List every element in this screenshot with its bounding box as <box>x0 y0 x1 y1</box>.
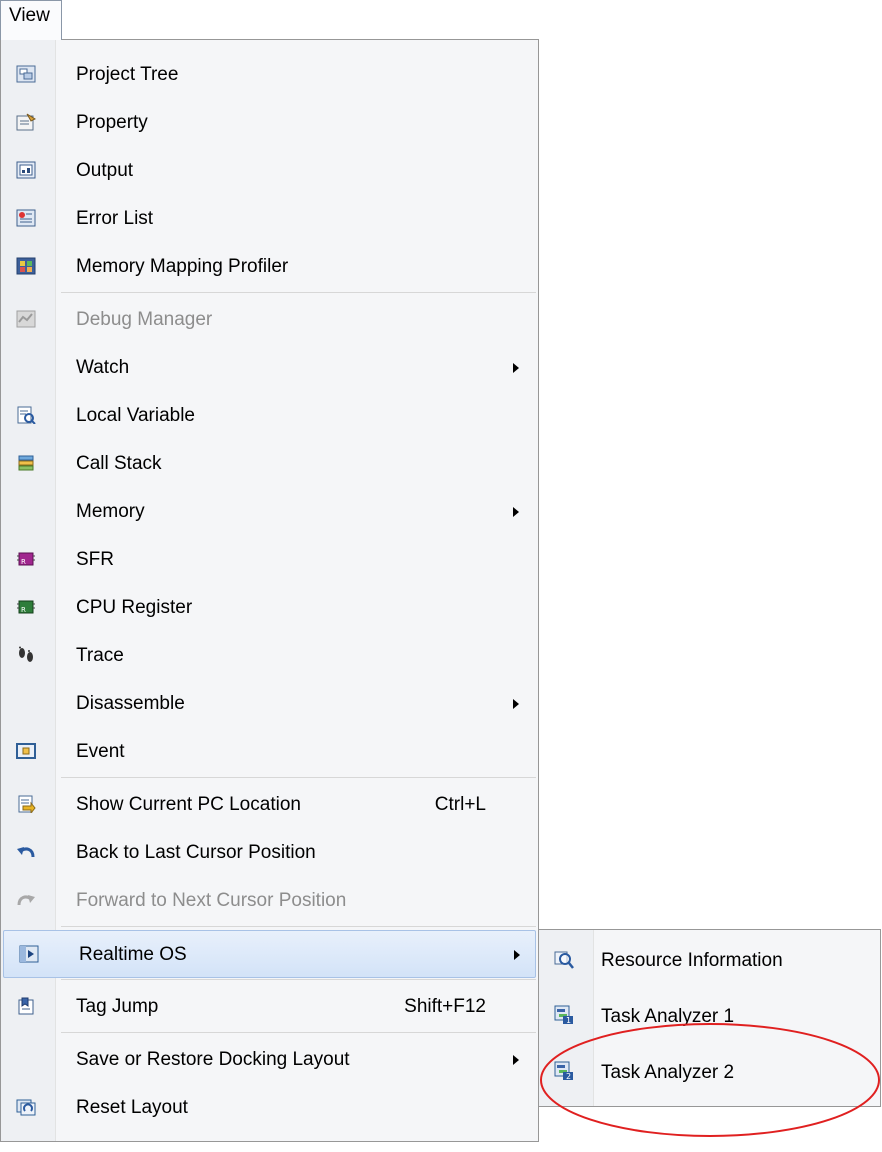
task-analyzer-2-icon: 2 <box>553 1061 575 1081</box>
property-icon <box>15 112 37 132</box>
memory-mapping-profiler-icon <box>15 256 37 276</box>
output-icon <box>15 160 37 180</box>
menu-item-project-tree[interactable]: Project Tree <box>1 51 538 99</box>
error-list-icon <box>15 208 37 228</box>
submenu-arrow-icon <box>513 507 519 517</box>
menu-item-back-to-last-cursor-position[interactable]: Back to Last Cursor Position <box>1 829 538 877</box>
menu-item-memory-mapping-profiler[interactable]: Memory Mapping Profiler <box>1 243 538 291</box>
submenu-item-task-analyzer-2[interactable]: 2 Task Analyzer 2 <box>539 1046 880 1100</box>
reset-layout-icon <box>15 1097 37 1117</box>
back-arrow-icon <box>15 842 37 862</box>
call-stack-icon <box>15 453 37 473</box>
view-dropdown-menu: Project Tree Property Output Error List … <box>0 39 539 1142</box>
menu-item-call-stack[interactable]: Call Stack <box>1 440 538 488</box>
menu-item-forward-to-next-cursor-position: Forward to Next Cursor Position <box>1 877 538 925</box>
submenu-arrow-icon <box>513 699 519 709</box>
realtime-os-submenu: Resource Information 1 Task Analyzer 1 2… <box>538 929 881 1107</box>
project-tree-icon <box>15 64 37 84</box>
menu-item-sfr[interactable]: R SFR <box>1 536 538 584</box>
menu-separator <box>61 777 536 778</box>
menu-item-reset-layout[interactable]: Reset Layout <box>1 1084 538 1132</box>
submenu-item-task-analyzer-1[interactable]: 1 Task Analyzer 1 <box>539 990 880 1044</box>
menu-item-error-list[interactable]: Error List <box>1 195 538 243</box>
task-analyzer-1-icon: 1 <box>553 1005 575 1025</box>
resource-information-icon <box>553 949 575 969</box>
menu-item-property[interactable]: Property <box>1 99 538 147</box>
menu-separator <box>61 979 536 980</box>
view-menu-label: View <box>9 5 50 26</box>
show-current-pc-icon <box>15 794 37 814</box>
menu-separator <box>61 1032 536 1033</box>
svg-text:R: R <box>21 606 26 614</box>
event-icon <box>15 741 37 761</box>
menu-separator <box>61 926 536 927</box>
menu-item-local-variable[interactable]: Local Variable <box>1 392 538 440</box>
menu-item-trace[interactable]: Trace <box>1 632 538 680</box>
menu-item-cpu-register[interactable]: R CPU Register <box>1 584 538 632</box>
forward-arrow-icon <box>15 890 37 910</box>
debug-manager-icon <box>15 309 37 329</box>
menu-separator <box>61 292 536 293</box>
local-variable-icon <box>15 405 37 425</box>
menu-item-debug-manager: Debug Manager <box>1 296 538 344</box>
menu-item-event[interactable]: Event <box>1 728 538 776</box>
menu-item-disassemble[interactable]: Disassemble <box>1 680 538 728</box>
menu-item-save-or-restore-docking-layout[interactable]: Save or Restore Docking Layout <box>1 1036 538 1084</box>
trace-icon <box>15 645 37 665</box>
menu-item-show-current-pc-location[interactable]: Show Current PC Location Ctrl+L <box>1 781 538 829</box>
submenu-arrow-icon <box>513 363 519 373</box>
menu-item-tag-jump[interactable]: Tag Jump Shift+F12 <box>1 983 538 1031</box>
view-menu-tab[interactable]: View <box>0 0 62 40</box>
cpu-register-icon: R <box>15 597 37 617</box>
menu-item-realtime-os[interactable]: Realtime OS <box>3 930 536 978</box>
menu-item-output[interactable]: Output <box>1 147 538 195</box>
svg-text:2: 2 <box>566 1072 571 1081</box>
svg-text:1: 1 <box>566 1016 571 1025</box>
svg-text:R: R <box>21 558 26 566</box>
realtime-os-icon <box>18 944 40 964</box>
submenu-arrow-icon <box>513 1055 519 1065</box>
submenu-arrow-icon <box>514 950 520 960</box>
menu-item-watch[interactable]: Watch <box>1 344 538 392</box>
submenu-item-resource-information[interactable]: Resource Information <box>539 934 880 988</box>
menu-item-memory[interactable]: Memory <box>1 488 538 536</box>
sfr-icon: R <box>15 549 37 569</box>
tag-jump-icon <box>15 996 37 1016</box>
